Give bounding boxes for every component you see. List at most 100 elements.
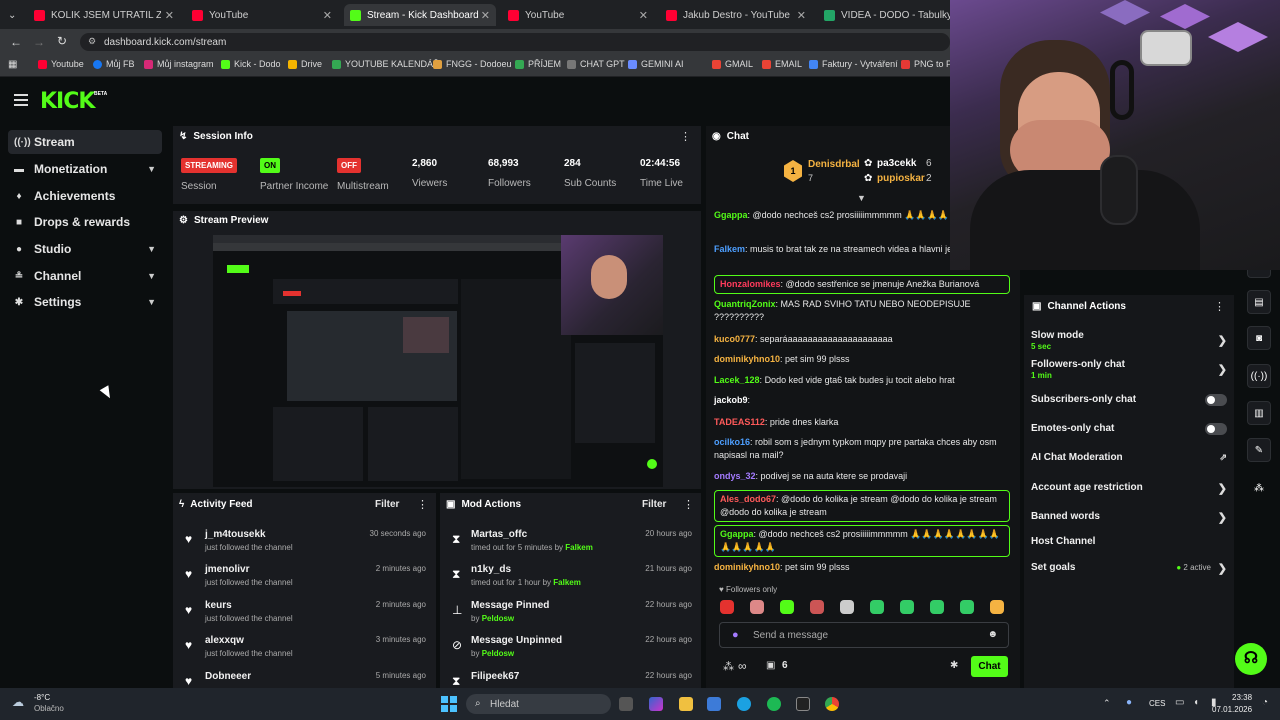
- close-icon[interactable]: ✕: [797, 9, 806, 22]
- bookmark-item[interactable]: Můj instagram: [144, 59, 214, 69]
- panel-tool-button[interactable]: ((·)): [1247, 364, 1271, 388]
- site-info-icon[interactable]: ⚙: [88, 36, 96, 47]
- ai-moderation-row[interactable]: AI Chat Moderation ⇗: [1031, 452, 1227, 463]
- emote-icon[interactable]: [720, 600, 734, 614]
- taskbar-search[interactable]: ⌕ Hledat: [466, 694, 611, 714]
- chat-message[interactable]: Lacek_128: Dodo ked vide gta6 tak budes …: [714, 374, 1010, 388]
- chat-message[interactable]: jackob9:: [714, 394, 1010, 410]
- activity-filter-button[interactable]: Filter: [375, 499, 399, 510]
- gear-icon[interactable]: ✱: [950, 660, 958, 671]
- chevron-down-icon[interactable]: ▼: [857, 193, 866, 203]
- chat-message[interactable]: Honzalomikes: @dodo sestřenice se jmenuj…: [714, 275, 1010, 294]
- subscribers-only-row[interactable]: Subscribers-only chat: [1031, 394, 1227, 406]
- emotes-only-toggle[interactable]: [1205, 423, 1227, 435]
- bookmark-item[interactable]: Faktury - Vytváření: [809, 59, 898, 69]
- weather-temp[interactable]: -8°C: [34, 693, 50, 702]
- panel-tool-button[interactable]: ◙: [1247, 326, 1271, 350]
- forward-icon[interactable]: →: [33, 35, 45, 49]
- subscribers-only-toggle[interactable]: [1205, 394, 1227, 406]
- kick-logo[interactable]: KICK: [40, 89, 95, 114]
- emote-icon[interactable]: [780, 600, 794, 614]
- chrome-icon[interactable]: [825, 697, 839, 711]
- network-icon[interactable]: ▭: [1175, 697, 1184, 708]
- notification-icon[interactable]: ◔: [1262, 697, 1268, 708]
- sidebar-item-achievements[interactable]: ♦ Achievements: [8, 184, 162, 208]
- users-icon[interactable]: ⁂: [723, 660, 734, 673]
- chat-message[interactable]: TADEAS112: pride dnes klarka: [714, 416, 1010, 430]
- close-icon[interactable]: ✕: [481, 9, 490, 22]
- more-icon[interactable]: ⋮: [683, 498, 694, 511]
- chat-username[interactable]: Ggappa: [720, 529, 754, 539]
- clock-time[interactable]: 23:38: [1232, 693, 1252, 702]
- copilot-icon[interactable]: [649, 697, 663, 711]
- bookmark-item[interactable]: GMAIL: [712, 59, 753, 69]
- browser-tab[interactable]: YouTube ✕: [502, 4, 654, 26]
- more-icon[interactable]: ⋮: [680, 130, 691, 143]
- windows-start-icon[interactable]: [441, 696, 457, 712]
- slow-mode-row[interactable]: Slow mode 5 sec ❯: [1031, 330, 1227, 351]
- more-icon[interactable]: ⋮: [1214, 300, 1225, 313]
- spotify-icon[interactable]: [767, 697, 781, 711]
- stream-video[interactable]: [213, 235, 663, 487]
- chat-username[interactable]: dominikyhno10: [714, 562, 780, 572]
- sidebar-item-monetization[interactable]: ▬ Monetization ▼: [8, 157, 162, 181]
- mod-filter-button[interactable]: Filter: [642, 499, 666, 510]
- reload-icon[interactable]: ↻: [57, 34, 67, 48]
- chat-username[interactable]: TADEAS112: [714, 417, 765, 427]
- chat-username[interactable]: Honzalomikes: [720, 279, 781, 289]
- file-explorer-icon[interactable]: [679, 697, 693, 711]
- top-chatter-name[interactable]: pupioskar: [877, 173, 925, 184]
- chat-message[interactable]: Ggappa: @dodo nechceš cs2 prosiiiiimmmmm…: [714, 525, 1010, 557]
- bookmark-item[interactable]: GEMINI AI: [628, 59, 684, 69]
- emoji-icon[interactable]: ☻: [987, 629, 998, 640]
- help-chat-button[interactable]: ☊: [1235, 643, 1267, 675]
- close-icon[interactable]: ✕: [323, 9, 332, 22]
- mic-icon[interactable]: ●: [1126, 697, 1132, 708]
- panel-tool-button[interactable]: ▥: [1247, 401, 1271, 425]
- volume-icon[interactable]: ◖: [1193, 697, 1199, 708]
- browser-tab[interactable]: Jakub Destro - YouTube ✕: [660, 4, 812, 26]
- browser-tab-active[interactable]: Stream - Kick Dashboard ✕: [344, 4, 496, 26]
- chat-username[interactable]: Ggappa: [714, 210, 748, 220]
- panel-tool-button[interactable]: ⁂: [1247, 476, 1271, 500]
- chat-username[interactable]: ondys_32: [714, 471, 756, 481]
- url-input[interactable]: ⚙ dashboard.kick.com/stream: [80, 33, 950, 51]
- sidebar-item-studio[interactable]: ● Studio ▼: [8, 237, 162, 261]
- apps-grid-icon[interactable]: ▦: [8, 59, 17, 70]
- close-icon[interactable]: ✕: [165, 9, 174, 22]
- chat-message[interactable]: QuantriqZonix: MAS RAD SVIHO TATU NEBO N…: [714, 298, 1010, 326]
- bookmark-item[interactable]: Můj FB: [93, 59, 135, 69]
- bookmark-item[interactable]: Youtube: [38, 59, 84, 69]
- set-goals-row[interactable]: Set goals ● 2 active ❯: [1031, 562, 1227, 575]
- emote-icon[interactable]: [900, 600, 914, 614]
- bookmark-item[interactable]: Kick - Dodo: [221, 59, 281, 69]
- chat-username[interactable]: QuantriqZonix: [714, 299, 776, 309]
- menu-icon[interactable]: [14, 94, 28, 106]
- bookmark-item[interactable]: CHAT GPT: [567, 59, 625, 69]
- emote-icon[interactable]: [810, 600, 824, 614]
- sidebar-item-channel[interactable]: ≗ Channel ▼: [8, 264, 162, 288]
- emote-icon[interactable]: [930, 600, 944, 614]
- bookmark-item[interactable]: PŘÍJEM: [515, 59, 561, 69]
- emotes-only-row[interactable]: Emotes-only chat: [1031, 423, 1227, 435]
- account-age-row[interactable]: Account age restriction ❯: [1031, 482, 1227, 495]
- more-icon[interactable]: ⋮: [417, 498, 428, 511]
- emote-icon[interactable]: [960, 600, 974, 614]
- chat-username[interactable]: kuco0777: [714, 334, 755, 344]
- bookmark-item[interactable]: FNGG - Dodoeu: [433, 59, 512, 69]
- gift-box-icon[interactable]: ▣: [766, 660, 775, 671]
- chat-message[interactable]: dominikyhno10: pet sim 99 plsss: [714, 353, 1010, 367]
- edge-icon[interactable]: [737, 697, 751, 711]
- browser-tab[interactable]: YouTube ✕: [186, 4, 338, 26]
- followers-only-row[interactable]: Followers-only chat 1 min ❯: [1031, 359, 1227, 380]
- bookmark-item[interactable]: Drive: [288, 59, 322, 69]
- host-channel-row[interactable]: Host Channel: [1031, 536, 1227, 547]
- store-icon[interactable]: [707, 697, 721, 711]
- chat-username[interactable]: jackob9: [714, 395, 748, 405]
- emote-icon[interactable]: [870, 600, 884, 614]
- browser-tab[interactable]: VIDEA - DODO - Tabulky Goog: [818, 4, 952, 26]
- tray-chevron-icon[interactable]: ⌃: [1103, 698, 1111, 709]
- chat-message[interactable]: ocilko16: robil som s jednym typkom mqpy…: [714, 436, 1010, 464]
- banned-words-row[interactable]: Banned words ❯: [1031, 511, 1227, 524]
- bookmark-item[interactable]: EMAIL: [762, 59, 802, 69]
